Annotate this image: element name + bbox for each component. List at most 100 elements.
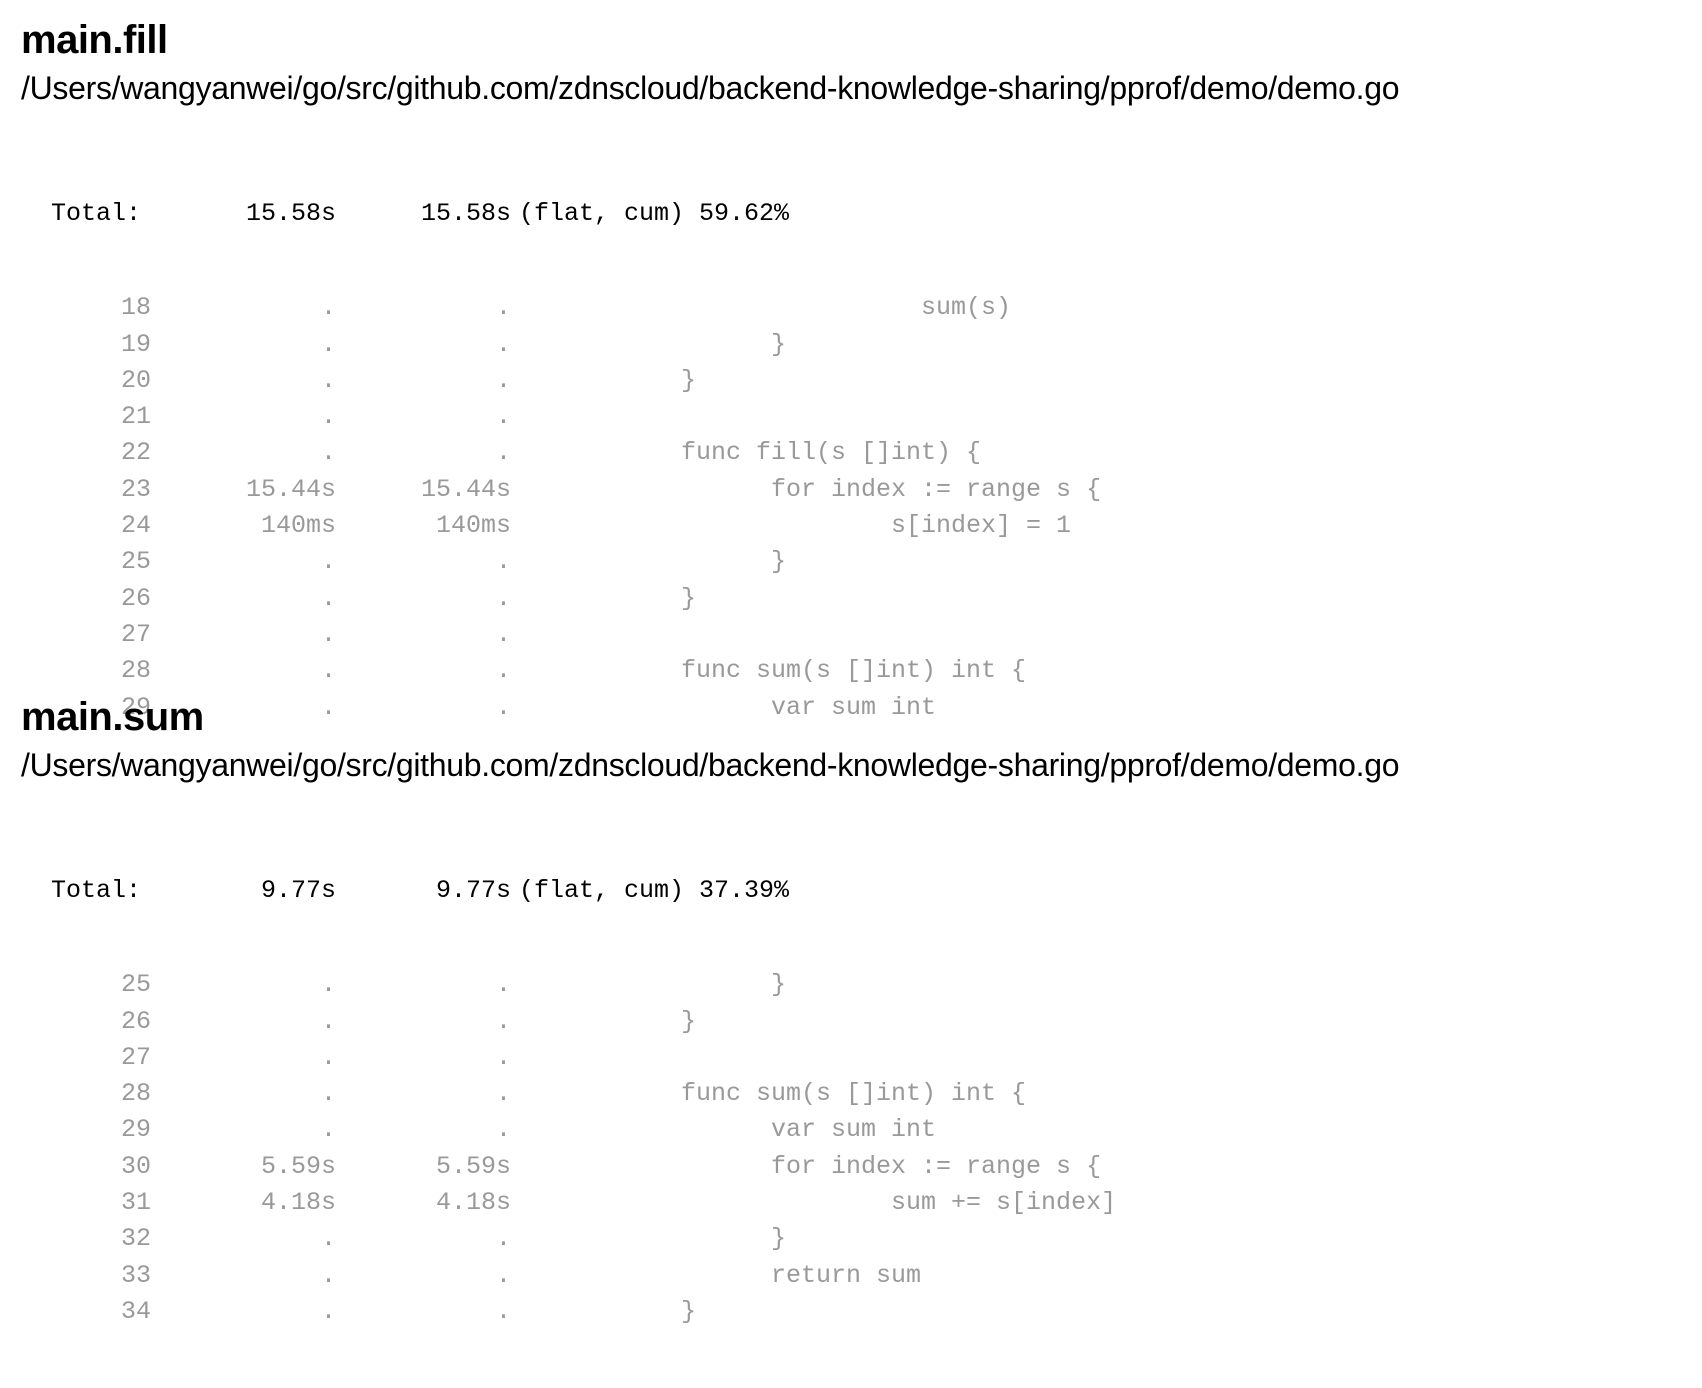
- source-line-row: 21..: [21, 399, 1681, 435]
- line-number: 34: [120, 1296, 151, 1326]
- line-number: 28: [120, 656, 151, 686]
- source-code: }: [681, 970, 787, 1000]
- cum-time: 4.18s: [435, 1188, 511, 1218]
- flat-time: .: [320, 365, 336, 395]
- cum-time: .: [495, 1042, 511, 1072]
- cum-time: .: [495, 1006, 511, 1036]
- source-line-row: 30 5.59s 5.59s for index := range s {: [21, 1149, 1681, 1185]
- source-line-row: 31 4.18s 4.18s sum += s[index]: [21, 1185, 1681, 1221]
- flat-time: .: [320, 970, 336, 1000]
- source-code: func fill(s []int) {: [681, 438, 982, 468]
- total-cum: 9.77s: [435, 876, 511, 905]
- source-file-path: /Users/wangyanwei/go/src/github.com/zdns…: [21, 70, 1400, 106]
- cum-time: .: [495, 1115, 511, 1145]
- line-number: 20: [120, 365, 151, 395]
- cum-time: .: [495, 583, 511, 613]
- flat-time: .: [320, 1115, 336, 1145]
- cum-time: .: [495, 438, 511, 468]
- source-code: for index := range s {: [681, 474, 1102, 504]
- total-suffix: (flat, cum) 37.39%: [519, 876, 790, 905]
- source-line-row: 32.. }: [21, 1221, 1681, 1257]
- flat-time: .: [320, 1042, 336, 1072]
- total-flat: 9.77s: [260, 876, 336, 905]
- source-line-row: 27..: [21, 617, 1681, 653]
- line-number: 31: [120, 1188, 151, 1218]
- source-listing: Total: 15.58s 15.58s (flat, cum) 59.62% …: [21, 138, 1681, 784]
- cum-time: 5.59s: [435, 1151, 511, 1181]
- total-label: Total:: [51, 876, 142, 905]
- flat-time: .: [320, 402, 336, 432]
- source-line-row: 25.. }: [21, 967, 1681, 1003]
- function-block-sum: main.sum /Users/wangyanwei/go/src/github…: [21, 691, 1681, 1388]
- line-number: 27: [120, 1042, 151, 1072]
- source-listing: Total: 9.77s 9.77s (flat, cum) 37.39% 25…: [21, 815, 1681, 1388]
- source-code: }: [681, 365, 697, 395]
- cum-time: .: [495, 1260, 511, 1290]
- cum-time: 15.44s: [420, 474, 511, 504]
- total-row: Total: 15.58s 15.58s (flat, cum) 59.62%: [21, 196, 1681, 232]
- source-code: var sum int: [681, 1115, 937, 1145]
- line-number: 21: [120, 402, 151, 432]
- line-number: 18: [120, 293, 151, 323]
- line-number: 23: [120, 474, 151, 504]
- source-code: s[index] = 1: [681, 511, 1072, 541]
- line-number: 32: [120, 1224, 151, 1254]
- line-number: 25: [120, 970, 151, 1000]
- flat-time: .: [320, 547, 336, 577]
- cum-time: .: [495, 402, 511, 432]
- cum-time: .: [495, 547, 511, 577]
- source-line-row: 25.. }: [21, 544, 1681, 580]
- line-number: 30: [120, 1151, 151, 1181]
- function-block-fill: main.fill /Users/wangyanwei/go/src/githu…: [21, 14, 1681, 784]
- source-line-row: 33.. return sum: [21, 1258, 1681, 1294]
- flat-time: 5.59s: [260, 1151, 336, 1181]
- flat-time: 140ms: [260, 511, 336, 541]
- source-line-row: 19.. }: [21, 327, 1681, 363]
- flat-time: .: [320, 293, 336, 323]
- cum-time: .: [495, 365, 511, 395]
- function-name: main.fill: [21, 18, 168, 62]
- flat-time: 4.18s: [260, 1188, 336, 1218]
- source-code: }: [681, 547, 787, 577]
- flat-time: .: [320, 1079, 336, 1109]
- flat-time: .: [320, 438, 336, 468]
- source-line-row: 28.. func sum(s []int) int {: [21, 653, 1681, 689]
- source-file-path: /Users/wangyanwei/go/src/github.com/zdns…: [21, 747, 1400, 783]
- source-code: sum(s): [681, 293, 1012, 323]
- source-code: func sum(s []int) int {: [681, 656, 1027, 686]
- source-code: for index := range s {: [681, 1151, 1102, 1181]
- cum-time: .: [495, 1079, 511, 1109]
- cum-time: .: [495, 970, 511, 1000]
- line-number: 29: [120, 1115, 151, 1145]
- cum-time: .: [495, 1296, 511, 1326]
- total-flat: 15.58s: [245, 199, 336, 228]
- line-number: 28: [120, 1079, 151, 1109]
- cum-time: .: [495, 1224, 511, 1254]
- flat-time: .: [320, 1260, 336, 1290]
- source-line-row: 20..}: [21, 363, 1681, 399]
- source-line-row: 29.. var sum int: [21, 1112, 1681, 1148]
- flat-time: .: [320, 583, 336, 613]
- source-code: sum += s[index]: [681, 1188, 1117, 1218]
- line-number: 26: [120, 583, 151, 613]
- cum-time: .: [495, 656, 511, 686]
- source-line-row: 26..}: [21, 1004, 1681, 1040]
- cum-time: 140ms: [435, 511, 511, 541]
- total-row: Total: 9.77s 9.77s (flat, cum) 37.39%: [21, 873, 1681, 909]
- function-name: main.sum: [21, 695, 204, 739]
- line-number: 24: [120, 511, 151, 541]
- line-number: 26: [120, 1006, 151, 1036]
- total-suffix: (flat, cum) 59.62%: [519, 199, 790, 228]
- source-line-row: 27..: [21, 1040, 1681, 1076]
- flat-time: 15.44s: [245, 474, 336, 504]
- source-line-row: 18.. sum(s): [21, 290, 1681, 326]
- source-lines: 18.. sum(s) 19.. } 20..} 21.. 22.. func fill(…: [21, 290, 1681, 726]
- source-line-row: 34..}: [21, 1294, 1681, 1330]
- flat-time: .: [320, 1224, 336, 1254]
- line-number: 33: [120, 1260, 151, 1290]
- flat-time: .: [320, 1006, 336, 1036]
- source-code: func sum(s []int) int {: [681, 1079, 1027, 1109]
- line-number: 25: [120, 547, 151, 577]
- total-label: Total:: [51, 199, 142, 228]
- flat-time: .: [320, 656, 336, 686]
